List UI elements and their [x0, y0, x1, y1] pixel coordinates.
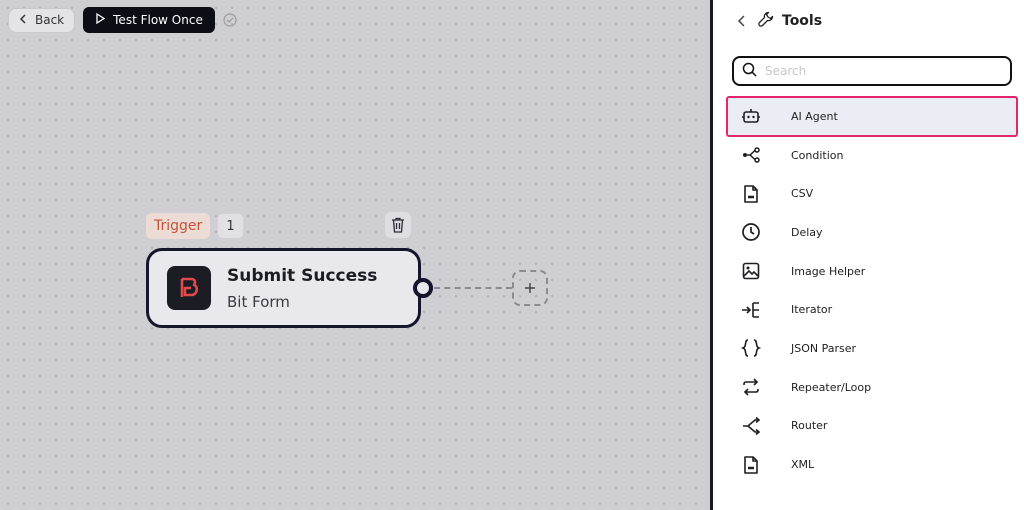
tool-item-label: CSV — [791, 187, 814, 201]
back-button[interactable]: Back — [8, 7, 76, 33]
flow-canvas[interactable]: Back Test Flow Once Trigger 1 Submit Suc… — [0, 0, 710, 510]
braces-icon — [739, 336, 763, 360]
iterator-icon — [739, 298, 763, 322]
router-icon — [739, 414, 763, 438]
tool-item-label: AI Agent — [791, 109, 838, 123]
wrench-icon — [758, 11, 774, 31]
tool-item-router[interactable]: Router — [727, 407, 1017, 446]
node-count-badge: 1 — [217, 213, 244, 239]
csv-file-icon — [739, 182, 763, 206]
test-flow-once-button[interactable]: Test Flow Once — [83, 7, 215, 33]
image-icon — [739, 259, 763, 283]
condition-icon — [739, 143, 763, 167]
trash-icon[interactable] — [385, 212, 411, 238]
tool-item-label: JSON Parser — [791, 341, 857, 355]
node-subtitle: Bit Form — [227, 292, 290, 311]
play-icon — [95, 12, 106, 27]
trigger-tag: Trigger — [146, 213, 211, 239]
tools-panel-title: Tools — [782, 13, 823, 29]
repeat-icon — [739, 375, 763, 399]
tool-item-iterator[interactable]: Iterator — [727, 290, 1017, 329]
tools-panel: Tools AI Agent Condition CSV — [710, 0, 1024, 510]
tool-item-label: Repeater/Loop — [791, 380, 872, 394]
plus-icon — [524, 278, 536, 299]
tool-item-image-helper[interactable]: Image Helper — [727, 252, 1017, 291]
tool-item-label: Delay — [791, 225, 823, 239]
search-input[interactable] — [765, 64, 1005, 78]
tool-list: AI Agent Condition CSV Delay Image Helpe… — [726, 96, 1018, 484]
back-button-label: Back — [35, 13, 65, 27]
tool-item-csv[interactable]: CSV — [727, 174, 1017, 213]
tool-item-json-parser[interactable]: JSON Parser — [727, 329, 1017, 368]
check-circle-icon — [223, 13, 237, 27]
tool-item-label: XML — [791, 458, 815, 472]
tool-item-repeater-loop[interactable]: Repeater/Loop — [727, 368, 1017, 407]
connector-line — [434, 287, 512, 289]
search-icon — [742, 62, 757, 81]
tool-item-label: Router — [791, 419, 828, 433]
tool-item-delay[interactable]: Delay — [727, 213, 1017, 252]
robot-icon — [739, 104, 763, 128]
clock-icon — [739, 220, 763, 244]
node-title: Submit Success — [227, 265, 378, 286]
tool-item-condition[interactable]: Condition — [727, 136, 1017, 175]
tools-panel-header: Tools — [737, 11, 823, 31]
trigger-node[interactable]: Submit Success Bit Form — [146, 248, 421, 328]
tools-search — [732, 56, 1012, 86]
tool-item-label: Iterator — [791, 303, 833, 317]
canvas-toolbar: Back Test Flow Once — [8, 7, 237, 33]
add-node-button[interactable] — [512, 270, 548, 306]
chevron-left-icon — [19, 13, 27, 27]
tool-item-label: Condition — [791, 148, 844, 162]
tool-item-xml[interactable]: XML — [727, 445, 1017, 484]
tool-item-label: Image Helper — [791, 264, 866, 278]
test-flow-once-label: Test Flow Once — [113, 13, 203, 27]
tool-item-ai-agent[interactable]: AI Agent — [726, 96, 1018, 137]
bit-form-logo-icon — [167, 266, 211, 310]
chevron-left-icon[interactable] — [737, 12, 746, 31]
node-output-handle[interactable] — [413, 278, 433, 298]
node-text: Submit Success Bit Form — [227, 266, 377, 311]
xml-file-icon — [739, 453, 763, 477]
